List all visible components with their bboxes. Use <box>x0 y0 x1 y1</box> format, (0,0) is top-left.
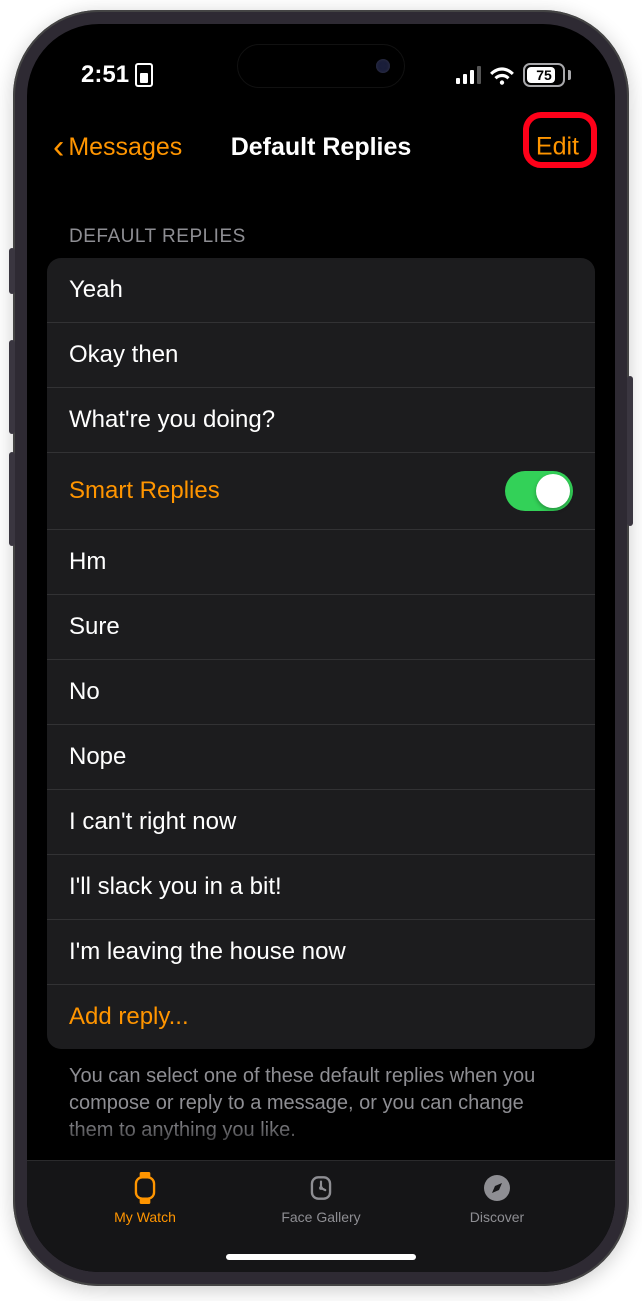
page-title: Default Replies <box>231 133 412 162</box>
reply-text: Okay then <box>69 341 178 369</box>
cellular-signal-icon <box>456 66 481 84</box>
watch-face-icon <box>304 1171 338 1205</box>
power-button[interactable] <box>627 376 633 526</box>
content-scroll[interactable]: DEFAULT REPLIES Yeah Okay then What're y… <box>27 208 615 1162</box>
reply-row[interactable]: I'll slack you in a bit! <box>47 855 595 920</box>
reply-text: What're you doing? <box>69 406 275 434</box>
tab-label: Discover <box>470 1209 524 1225</box>
dynamic-island <box>237 44 405 88</box>
add-reply-label: Add reply... <box>69 1003 189 1031</box>
battery-indicator: 75 <box>523 63 571 87</box>
add-reply-row[interactable]: Add reply... <box>47 985 595 1049</box>
battery-percent: 75 <box>536 67 552 83</box>
tab-label: My Watch <box>114 1209 176 1225</box>
reply-text: Nope <box>69 743 126 771</box>
reply-text: No <box>69 678 100 706</box>
section-header: DEFAULT REPLIES <box>47 208 595 258</box>
back-label: Messages <box>68 133 182 162</box>
smart-replies-label: Smart Replies <box>69 477 220 505</box>
phone-frame: 2:51 75 <box>13 10 629 1286</box>
reply-row[interactable]: Nope <box>47 725 595 790</box>
silent-switch[interactable] <box>9 248 15 294</box>
smart-replies-toggle[interactable] <box>505 471 573 511</box>
reply-row[interactable]: Okay then <box>47 323 595 388</box>
section-footer: You can select one of these default repl… <box>47 1049 595 1144</box>
compass-icon <box>480 1171 514 1205</box>
volume-down-button[interactable] <box>9 452 15 546</box>
tab-label: Face Gallery <box>281 1209 360 1225</box>
reply-text: Yeah <box>69 276 123 304</box>
replies-list: Yeah Okay then What're you doing? Smart … <box>47 258 595 1049</box>
screen: 2:51 75 <box>27 24 615 1272</box>
reply-row[interactable]: No <box>47 660 595 725</box>
status-time: 2:51 <box>81 61 129 89</box>
back-button[interactable]: ‹ Messages <box>53 130 182 164</box>
smart-replies-row: Smart Replies <box>47 453 595 530</box>
reply-text: I'm leaving the house now <box>69 938 346 966</box>
reply-text: I can't right now <box>69 808 236 836</box>
reply-text: Hm <box>69 548 106 576</box>
tab-discover[interactable]: Discover <box>409 1171 585 1272</box>
reply-text: I'll slack you in a bit! <box>69 873 282 901</box>
reply-row[interactable]: Yeah <box>47 258 595 323</box>
sim-card-icon <box>135 63 153 87</box>
front-camera-icon <box>376 59 390 73</box>
chevron-left-icon: ‹ <box>53 130 64 164</box>
reply-row[interactable]: I can't right now <box>47 790 595 855</box>
wifi-icon <box>489 65 515 85</box>
reply-text: Sure <box>69 613 120 641</box>
reply-row[interactable]: Sure <box>47 595 595 660</box>
edit-button[interactable]: Edit <box>526 129 589 166</box>
reply-row[interactable]: What're you doing? <box>47 388 595 453</box>
volume-up-button[interactable] <box>9 340 15 434</box>
watch-icon <box>128 1171 162 1205</box>
nav-bar: ‹ Messages Default Replies Edit <box>27 120 615 174</box>
reply-row[interactable]: Hm <box>47 530 595 595</box>
reply-row[interactable]: I'm leaving the house now <box>47 920 595 985</box>
home-indicator[interactable] <box>226 1254 416 1260</box>
tab-my-watch[interactable]: My Watch <box>57 1171 233 1272</box>
